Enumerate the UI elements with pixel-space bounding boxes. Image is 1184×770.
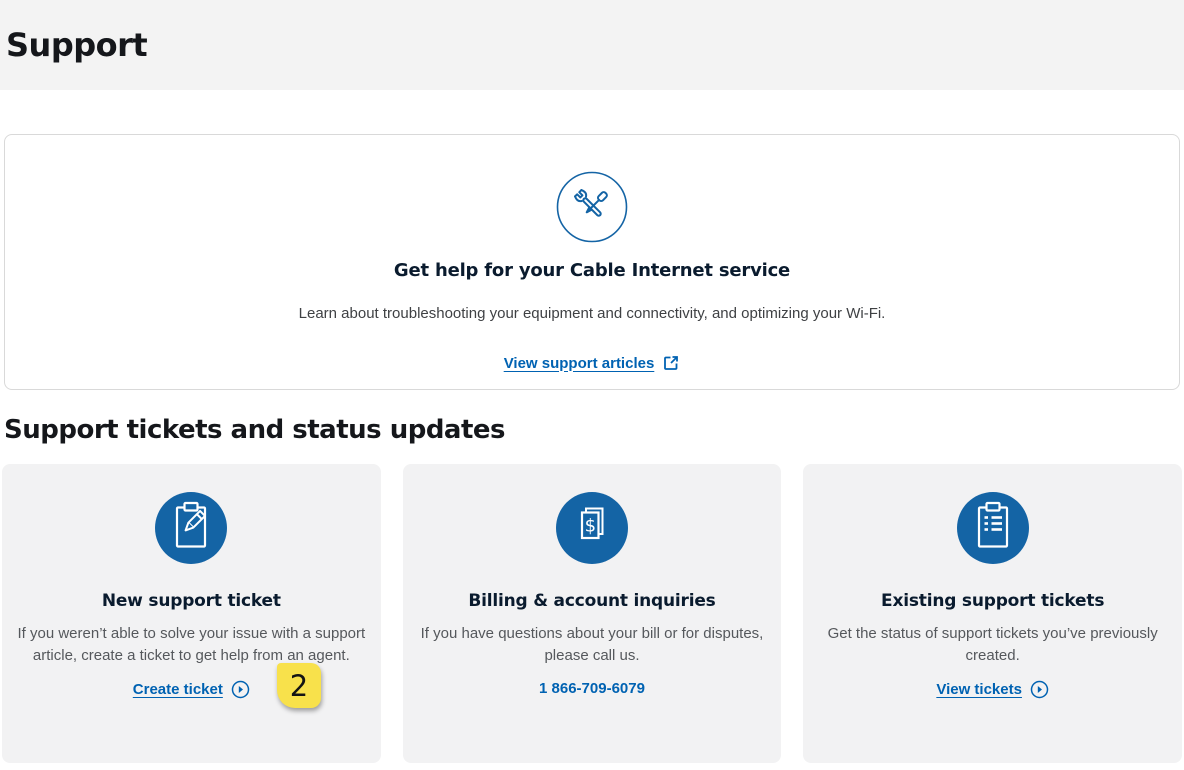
- circle-arrow-icon: [1030, 680, 1049, 699]
- card-description: If you weren’t able to solve your issue …: [12, 623, 371, 667]
- view-tickets-link[interactable]: View tickets: [936, 680, 1049, 699]
- svg-text:$: $: [585, 516, 596, 537]
- card-title: Existing support tickets: [813, 591, 1172, 611]
- annotation-marker-2: 2: [277, 663, 321, 708]
- view-tickets-label: View tickets: [936, 681, 1022, 698]
- view-support-articles-link[interactable]: View support articles: [504, 354, 681, 372]
- existing-tickets-card: Existing support tickets Get the status …: [803, 464, 1182, 763]
- page-header: Support: [0, 0, 1184, 90]
- card-description: If you have questions about your bill or…: [413, 623, 772, 667]
- external-link-icon: [662, 354, 680, 372]
- clipboard-list-icon: [957, 492, 1029, 564]
- hero-description: Learn about troubleshooting your equipme…: [5, 306, 1179, 322]
- page-title: Support: [6, 26, 147, 64]
- hero-title: Get help for your Cable Internet service: [5, 260, 1179, 281]
- card-title: Billing & account inquiries: [413, 591, 772, 611]
- billing-invoice-icon: $: [556, 492, 628, 564]
- clipboard-pencil-icon: [155, 492, 227, 564]
- view-support-articles-label: View support articles: [504, 355, 655, 372]
- billing-inquiries-card: $ Billing & account inquiries If you hav…: [403, 464, 782, 763]
- crossed-tools-icon: [556, 171, 628, 243]
- create-ticket-label: Create ticket: [133, 681, 223, 698]
- create-ticket-link[interactable]: Create ticket: [133, 680, 250, 699]
- card-description: Get the status of support tickets you’ve…: [813, 623, 1172, 667]
- tickets-section-title: Support tickets and status updates: [4, 415, 1180, 445]
- ticket-cards-row: New support ticket If you weren’t able t…: [0, 464, 1184, 763]
- billing-phone-number[interactable]: 1 866-709-6079: [539, 680, 645, 697]
- circle-arrow-icon: [231, 680, 250, 699]
- hero-help-card: Get help for your Cable Internet service…: [4, 134, 1180, 390]
- card-title: New support ticket: [12, 591, 371, 611]
- new-support-ticket-card: New support ticket If you weren’t able t…: [2, 464, 381, 763]
